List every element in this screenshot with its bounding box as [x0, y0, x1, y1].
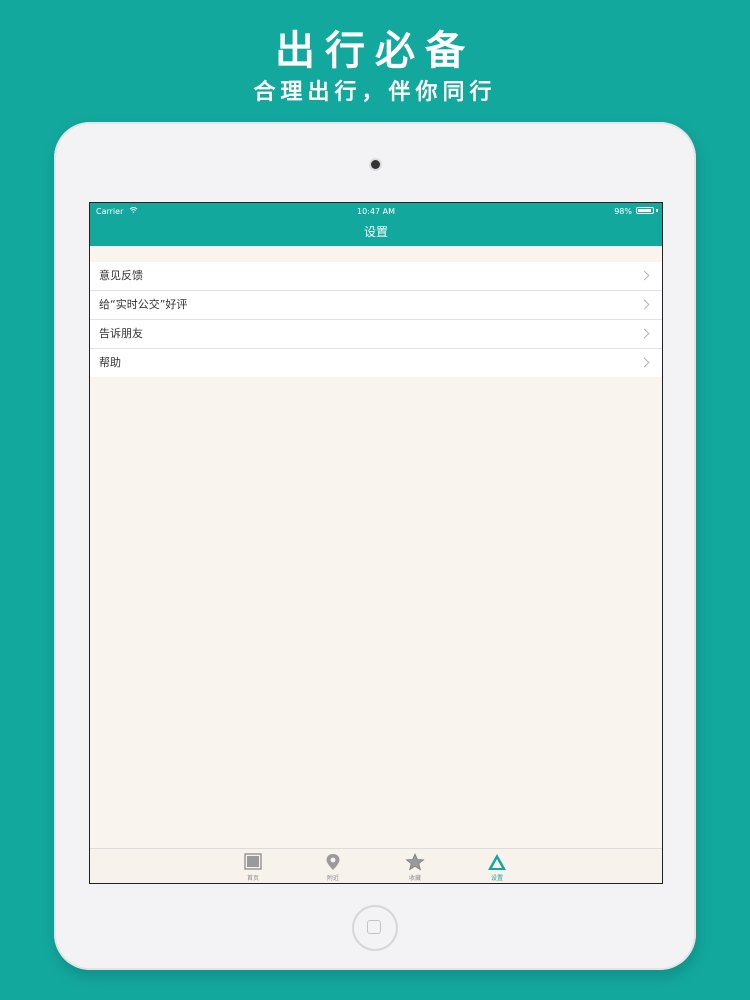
navigation-bar: 设置 — [90, 220, 662, 246]
home-button-square-icon — [367, 920, 381, 934]
tab-label: 设置 — [490, 875, 503, 882]
promo-title: 出行必备 — [275, 28, 475, 74]
chevron-right-icon — [639, 357, 650, 368]
settings-item-tell-friends[interactable]: 告诉朋友 — [90, 320, 662, 349]
settings-item-rate-app[interactable]: 给“实时公交”好评 — [90, 291, 662, 320]
camera-icon — [371, 160, 380, 169]
tab-bar: 首页 附近 收藏 设置 — [90, 848, 662, 883]
tab-nearby[interactable]: 附近 — [308, 849, 358, 883]
status-time: 10:47 AM — [357, 207, 395, 216]
tab-settings[interactable]: 设置 — [472, 849, 522, 883]
promo-subtitle: 合理出行，伴你同行 — [253, 80, 497, 105]
tab-label: 首页 — [246, 875, 259, 882]
settings-item-label: 意见反馈 — [99, 269, 143, 282]
settings-list: 意见反馈 给“实时公交”好评 告诉朋友 帮助 — [90, 262, 662, 377]
location-pin-icon — [326, 854, 340, 870]
app-screen: Carrier 10:47 AM 98% 设置 意见反馈 给“实时公交”好评 告… — [89, 202, 663, 884]
ipad-device-frame: Carrier 10:47 AM 98% 设置 意见反馈 给“实时公交”好评 告… — [54, 122, 696, 970]
triangle-settings-icon — [488, 854, 506, 870]
page-title: 设置 — [363, 225, 388, 239]
tab-label: 收藏 — [408, 875, 421, 882]
home-square-icon — [244, 853, 262, 870]
tab-label: 附近 — [326, 875, 339, 882]
status-battery-percent: 98% — [614, 207, 632, 216]
tab-favorites[interactable]: 收藏 — [390, 849, 440, 883]
chevron-right-icon — [639, 328, 650, 339]
settings-item-label: 告诉朋友 — [99, 327, 143, 340]
tab-home[interactable]: 首页 — [228, 849, 278, 883]
battery-tip-icon — [656, 209, 658, 212]
settings-item-label: 给“实时公交”好评 — [99, 298, 188, 311]
settings-item-feedback[interactable]: 意见反馈 — [90, 262, 662, 291]
chevron-right-icon — [639, 270, 650, 281]
settings-item-label: 帮助 — [99, 356, 121, 369]
settings-item-help[interactable]: 帮助 — [90, 349, 662, 377]
chevron-right-icon — [639, 299, 650, 310]
home-button[interactable] — [352, 905, 398, 951]
battery-icon — [636, 207, 654, 214]
status-bar: Carrier 10:47 AM 98% — [90, 203, 662, 220]
star-icon — [405, 853, 425, 871]
